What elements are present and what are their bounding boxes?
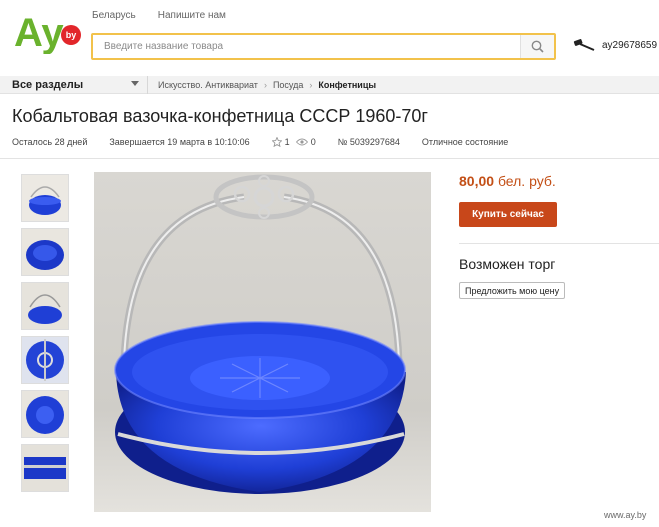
lot-number: № 5039297684 — [337, 137, 400, 147]
thumbnail-3[interactable] — [21, 282, 69, 330]
thumbnail-2[interactable] — [21, 228, 69, 276]
price: 80,00 бел. руб. — [459, 173, 556, 189]
logo-text: Ay — [14, 11, 64, 54]
propose-price-button[interactable]: Предложить мою цену — [459, 282, 566, 299]
lot-meta: Осталось 28 дней Завершается 19 марта в … — [12, 137, 530, 147]
main-product-image[interactable] — [94, 172, 431, 512]
views: 0 — [295, 137, 316, 147]
watchers-count: 1 — [284, 137, 290, 147]
thumbnail-4[interactable] — [21, 336, 69, 384]
search-button[interactable] — [520, 35, 554, 58]
ay-logo[interactable]: Ay by — [14, 10, 84, 55]
breadcrumb-item-candy-bowls[interactable]: Конфетницы — [318, 80, 376, 90]
gavel-icon — [573, 39, 595, 51]
breadcrumb: Искусство. Антиквариат › Посуда › Конфет… — [158, 80, 376, 90]
end-time: Завершается 19 марта в 10:10:06 — [109, 137, 250, 147]
buy-now-button[interactable]: Купить сейчас — [459, 202, 557, 227]
thumbnail-list — [21, 174, 69, 498]
time-remaining: Осталось 28 дней — [12, 137, 88, 147]
page-title: Кобальтовая вазочка-конфетница СССР 1960… — [12, 106, 428, 126]
breadcrumb-item-dishes[interactable]: Посуда — [273, 80, 303, 90]
price-currency: бел. руб. — [497, 173, 556, 189]
bargain-heading: Возможен торг — [459, 256, 556, 272]
divider — [147, 76, 148, 94]
chevron-down-icon[interactable] — [131, 81, 139, 86]
thumbnail-1[interactable] — [21, 174, 69, 222]
eye-icon — [295, 138, 308, 146]
watermark: www.ay.by — [604, 510, 647, 520]
divider — [0, 158, 659, 159]
region-link[interactable]: Беларусь — [92, 10, 136, 21]
watchers[interactable]: 1 — [271, 137, 290, 147]
user-menu[interactable]: ay29678659 — [572, 38, 657, 52]
contact-link[interactable]: Напишите нам — [158, 10, 226, 21]
category-bar: Все разделы Искусство. Антиквариат › Пос… — [0, 76, 659, 94]
divider — [459, 243, 659, 244]
top-links: Беларусь Напишите нам — [92, 10, 226, 21]
search-icon — [531, 40, 544, 53]
price-value: 80,00 — [459, 173, 495, 189]
logo-badge-text: by — [66, 30, 77, 40]
all-sections-dropdown[interactable]: Все разделы — [12, 79, 83, 91]
condition: Отличное состояние — [421, 137, 509, 147]
views-count: 0 — [310, 137, 316, 147]
breadcrumb-item-antiques[interactable]: Искусство. Антиквариат — [158, 80, 258, 90]
star-icon — [271, 137, 282, 147]
breadcrumb-separator: › — [263, 80, 267, 90]
search-box — [91, 33, 556, 60]
thumbnail-5[interactable] — [21, 390, 69, 438]
breadcrumb-separator: › — [309, 80, 313, 90]
username[interactable]: ay29678659 — [602, 40, 657, 51]
search-input[interactable] — [93, 35, 520, 58]
thumbnail-6[interactable] — [21, 444, 69, 492]
